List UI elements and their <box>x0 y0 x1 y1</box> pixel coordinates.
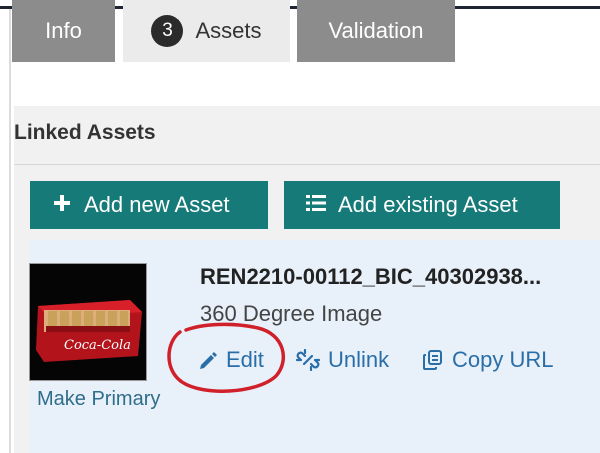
copy-url-link[interactable]: Copy URL <box>422 347 553 373</box>
asset-thumbnail[interactable]: Coca-Cola <box>29 263 147 381</box>
tab-info[interactable]: Info <box>12 0 115 62</box>
assets-count-badge: 3 <box>151 15 184 47</box>
tab-assets[interactable]: 3 Assets <box>123 0 290 62</box>
tab-validation-label: Validation <box>328 18 424 43</box>
add-new-asset-label: Add new Asset <box>84 192 230 217</box>
section-title: Linked Assets <box>14 121 156 144</box>
list-icon <box>306 191 326 219</box>
copy-icon <box>422 349 444 371</box>
pencil-icon <box>198 350 218 370</box>
unlink-label: Unlink <box>328 347 390 372</box>
asset-type: 360 Degree Image <box>200 301 383 326</box>
section-divider <box>14 164 600 165</box>
edit-link[interactable]: Edit <box>198 347 264 373</box>
add-existing-asset-label: Add existing Asset <box>338 192 518 217</box>
edit-label: Edit <box>226 347 264 372</box>
frame-border <box>9 9 11 453</box>
copy-url-label: Copy URL <box>452 347 554 372</box>
add-existing-asset-button[interactable]: Add existing Asset <box>284 181 560 229</box>
plus-icon <box>52 191 72 219</box>
unlink-link[interactable]: Unlink <box>296 347 389 373</box>
make-primary-link[interactable]: Make Primary <box>37 388 160 411</box>
asset-name: REN2210-00112_BIC_40302938... <box>200 264 542 289</box>
tab-info-label: Info <box>45 18 82 43</box>
tab-validation[interactable]: Validation <box>297 0 455 62</box>
thumbnail-brand-text: Coca-Cola <box>64 338 131 353</box>
add-new-asset-button[interactable]: Add new Asset <box>30 181 268 229</box>
unlink-icon <box>296 349 320 371</box>
tab-assets-label: Assets <box>195 18 262 43</box>
